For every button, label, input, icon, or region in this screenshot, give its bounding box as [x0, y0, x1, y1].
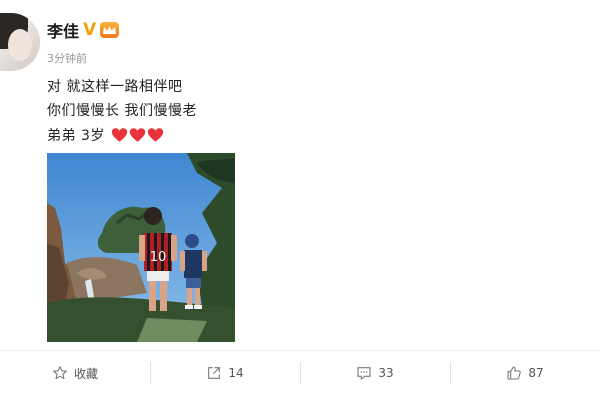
like-count: 87	[528, 366, 544, 380]
heart-icon	[111, 128, 128, 142]
vip-crown-icon	[100, 22, 120, 38]
post-text-line: 你们慢慢长 我们慢慢老	[47, 103, 197, 119]
post-text-line: 弟弟 3岁	[47, 125, 164, 145]
like-icon	[507, 366, 522, 380]
heart-icon	[129, 128, 146, 142]
divider	[0, 350, 600, 351]
star-icon	[53, 366, 67, 380]
favorite-label: 收藏	[73, 366, 98, 381]
post-text-last-line: 弟弟 3岁	[47, 128, 105, 144]
username[interactable]: 李佳	[47, 18, 79, 42]
verified-badge-icon: V	[83, 19, 97, 40]
jersey-number: 10	[150, 250, 167, 265]
avatar-face	[8, 29, 32, 61]
photo-scene: 10	[47, 153, 235, 342]
repost-count: 14	[228, 366, 244, 380]
hearts-emoji	[111, 127, 164, 143]
comment-button[interactable]: 33	[300, 352, 450, 394]
like-button[interactable]: 87	[450, 352, 600, 394]
heart-icon	[147, 128, 164, 142]
comment-count: 33	[378, 366, 394, 380]
action-bar: 收藏 14 33 87	[0, 352, 600, 394]
post-time[interactable]: 3分钟前	[47, 50, 87, 66]
favorite-button[interactable]: 收藏	[0, 352, 150, 394]
post-photo[interactable]: 10	[47, 153, 235, 342]
user-header: 李佳 V	[47, 18, 120, 42]
post-text-line: 对 就这样一路相伴吧	[47, 79, 183, 95]
share-icon	[208, 367, 221, 379]
repost-button[interactable]: 14	[150, 352, 300, 394]
comment-icon	[357, 367, 371, 380]
avatar[interactable]	[0, 13, 40, 71]
